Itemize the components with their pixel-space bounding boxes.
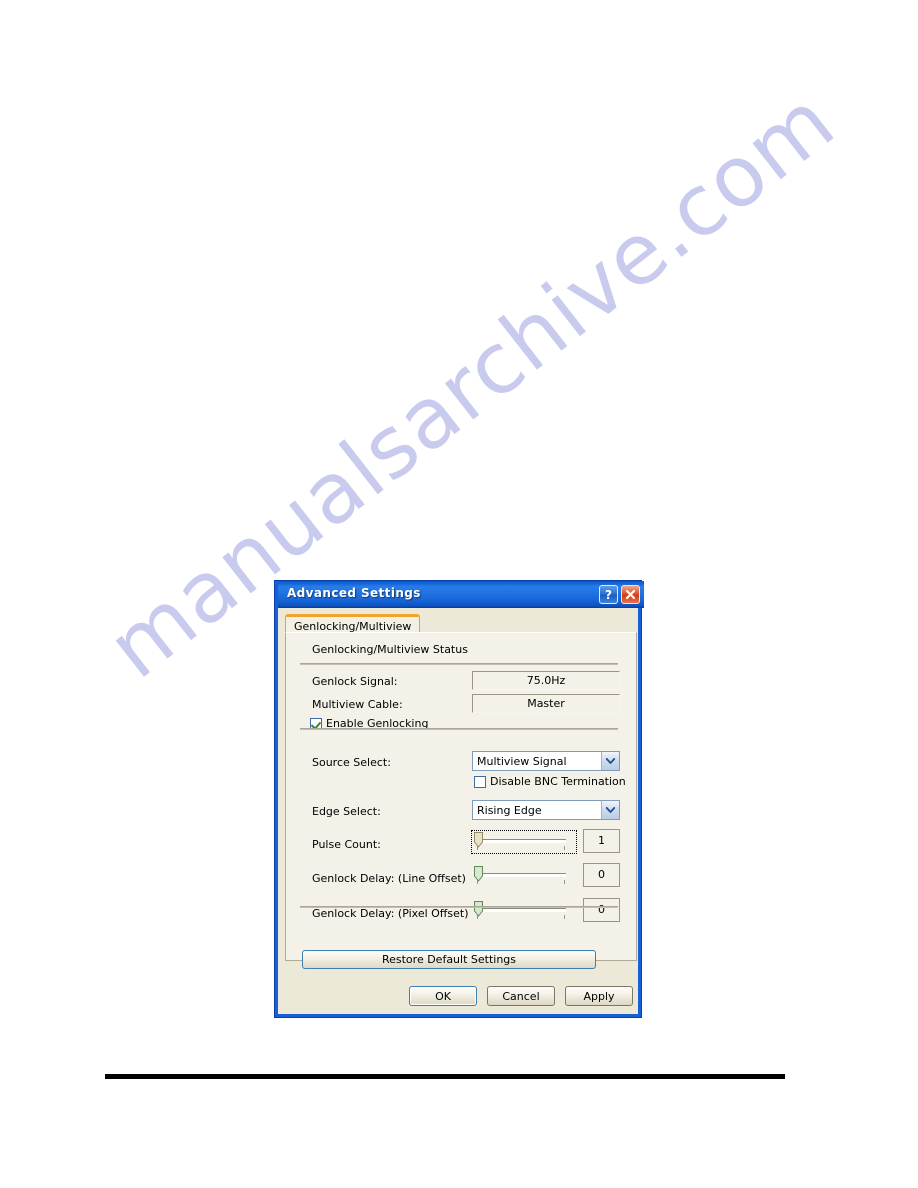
slider-ticks (476, 915, 566, 919)
tab-page: Genlocking/Multiview Status Genlock Sign… (285, 632, 637, 961)
divider-bottom (300, 906, 618, 908)
slider-track (476, 873, 566, 877)
multiview-cable-label: Multiview Cable: (312, 698, 403, 711)
page-footer-rule (105, 1074, 785, 1079)
pulse-count-slider[interactable] (471, 830, 577, 854)
slider-ticks (476, 846, 566, 850)
help-glyph: ? (605, 587, 612, 602)
apply-label: Apply (583, 989, 615, 1003)
cancel-button[interactable]: Cancel (487, 986, 555, 1006)
dialog-frame: Advanced Settings ? Genlocking/Multiview… (275, 581, 644, 1017)
slider-thumb[interactable] (474, 832, 483, 848)
edge-select-label: Edge Select: (312, 805, 381, 818)
pulse-count-value[interactable]: 1 (583, 829, 620, 853)
divider-middle (300, 728, 618, 730)
apply-button[interactable]: Apply (565, 986, 633, 1006)
genlock-delay-line-offset-slider[interactable] (472, 865, 576, 887)
checkbox-unchecked-icon (474, 775, 486, 788)
tab-genlocking-multiview[interactable]: Genlocking/Multiview (285, 614, 421, 633)
genlock-signal-label: Genlock Signal: (312, 675, 398, 688)
dialog-title: Advanced Settings (287, 586, 421, 600)
chevron-down-icon[interactable] (601, 801, 619, 819)
chevron-down-icon[interactable] (601, 752, 619, 770)
source-select-value: Multiview Signal (477, 754, 567, 768)
disable-bnc-termination-checkbox[interactable]: Disable BNC Termination (474, 775, 626, 788)
ok-button[interactable]: OK (409, 986, 477, 1006)
genlock-delay-pixel-offset-label: Genlock Delay: (Pixel Offset) (312, 907, 469, 920)
disable-bnc-termination-label: Disable BNC Termination (490, 775, 626, 788)
slider-track (476, 839, 566, 843)
slider-ticks (476, 880, 566, 884)
genlock-signal-value: 75.0Hz (472, 671, 620, 690)
help-icon[interactable]: ? (599, 585, 618, 604)
tab-strip: Genlocking/Multiview (285, 614, 637, 633)
source-select-dropdown[interactable]: Multiview Signal (472, 751, 620, 771)
genlock-settings-group: Genlocking/Multiview Status Genlock Sign… (298, 643, 626, 949)
restore-default-settings-label: Restore Default Settings (381, 953, 517, 966)
dialog-titlebar[interactable]: Advanced Settings ? (278, 581, 644, 608)
genlock-delay-line-offset-value[interactable]: 0 (583, 863, 620, 887)
slider-thumb[interactable] (474, 866, 483, 882)
slider-track (476, 908, 566, 912)
advanced-settings-dialog: Advanced Settings ? Genlocking/Multiview… (274, 580, 644, 1018)
source-select-label: Source Select: (312, 756, 391, 769)
slider-thumb[interactable] (474, 901, 483, 917)
edge-select-value: Rising Edge (477, 803, 542, 817)
genlock-delay-pixel-offset-value[interactable]: 0 (583, 898, 620, 922)
close-icon[interactable] (621, 585, 640, 604)
section-header: Genlocking/Multiview Status (312, 643, 468, 656)
edge-select-dropdown[interactable]: Rising Edge (472, 800, 620, 820)
cancel-label: Cancel (502, 989, 540, 1003)
restore-default-settings-button[interactable]: Restore Default Settings (302, 950, 596, 969)
divider-top (300, 663, 618, 665)
pulse-count-label: Pulse Count: (312, 838, 381, 851)
multiview-cable-value: Master (472, 694, 620, 713)
ok-label: OK (435, 989, 451, 1003)
genlock-delay-line-offset-label: Genlock Delay: (Line Offset) (312, 872, 466, 885)
genlock-delay-pixel-offset-slider[interactable] (472, 900, 576, 922)
